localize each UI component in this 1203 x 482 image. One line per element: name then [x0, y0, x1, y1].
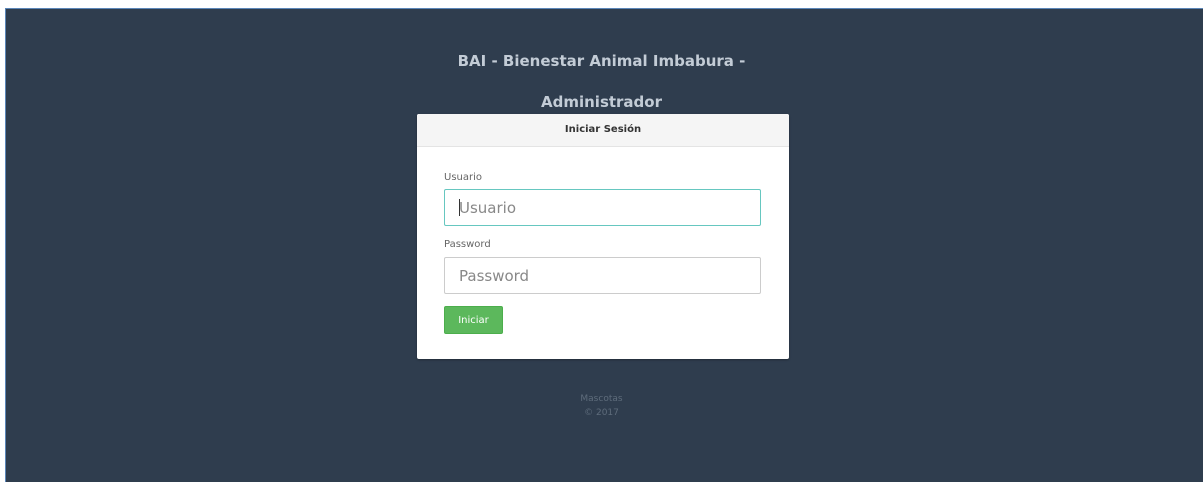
username-input[interactable]: [444, 189, 761, 226]
footer-copyright: © 2017: [584, 408, 619, 418]
login-panel: Iniciar Sesión Usuario Password Iniciar: [417, 114, 789, 359]
password-input[interactable]: [444, 257, 761, 294]
login-panel-heading: Iniciar Sesión: [417, 114, 789, 147]
page-title-line1: BAI - Bienestar Animal Imbabura -: [457, 52, 746, 70]
password-label: Password: [444, 239, 491, 250]
page-title-line2: Administrador: [541, 93, 662, 111]
footer-app-name: Mascotas: [580, 394, 623, 404]
text-cursor: [459, 199, 460, 216]
login-button[interactable]: Iniciar: [444, 306, 503, 334]
username-label: Usuario: [444, 172, 483, 183]
